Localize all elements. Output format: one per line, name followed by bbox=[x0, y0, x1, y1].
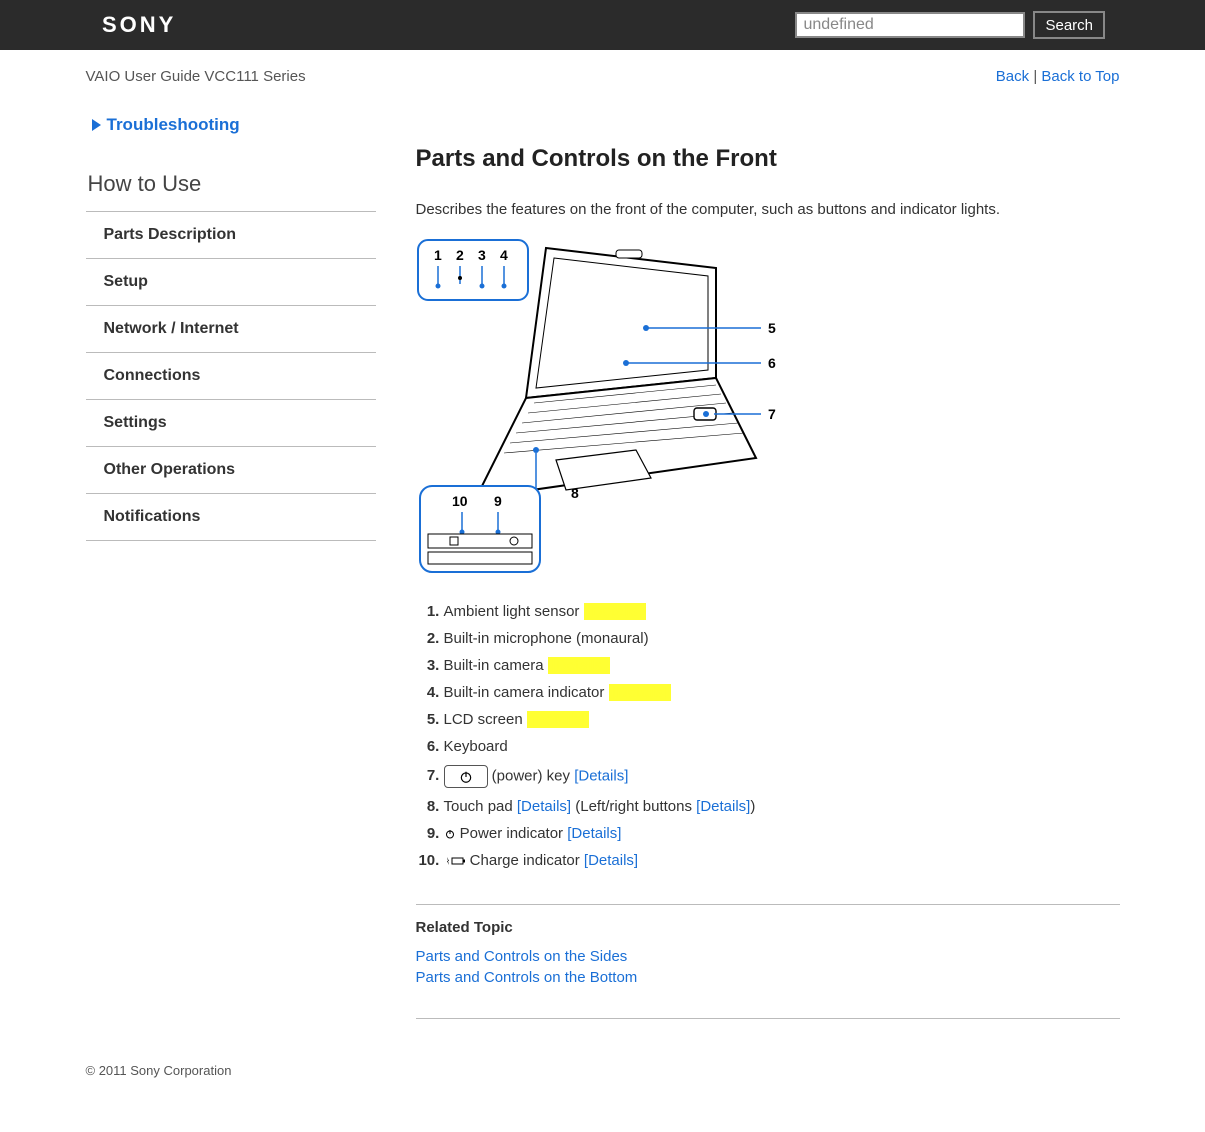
part-9-details-link[interactable]: [Details] bbox=[567, 825, 621, 842]
nav-setup[interactable]: Setup bbox=[86, 259, 376, 306]
part-5: LCD screen [Details] bbox=[444, 706, 1120, 733]
related-links: Parts and Controls on the Sides Parts an… bbox=[416, 946, 1120, 988]
sidebar: Troubleshooting How to Use Parts Descrip… bbox=[86, 115, 376, 1033]
highlight-4: [Details] bbox=[609, 684, 671, 701]
highlight-1: [Details] bbox=[584, 603, 646, 620]
separator: | bbox=[1029, 68, 1041, 85]
part-7-details-link[interactable]: [Details] bbox=[574, 767, 628, 784]
nav-other-operations[interactable]: Other Operations bbox=[86, 447, 376, 494]
intro-text: Describes the features on the front of t… bbox=[416, 201, 1120, 218]
top-links: Back | Back to Top bbox=[996, 68, 1120, 85]
part-8-details-link-a[interactable]: [Details] bbox=[517, 798, 571, 815]
nav-notifications[interactable]: Notifications bbox=[86, 494, 376, 541]
guide-title: VAIO User Guide VCC111 Series bbox=[86, 68, 306, 85]
power-indicator-icon bbox=[444, 828, 456, 840]
sony-logo: SONY bbox=[102, 12, 176, 37]
laptop-diagram-svg: 1 2 3 4 bbox=[416, 238, 786, 578]
troubleshooting-link[interactable]: Troubleshooting bbox=[86, 115, 376, 135]
part-10-details-link[interactable]: [Details] bbox=[584, 852, 638, 869]
search-wrap: Search bbox=[795, 11, 1105, 39]
howto-heading: How to Use bbox=[86, 165, 376, 212]
nav-settings[interactable]: Settings bbox=[86, 400, 376, 447]
part-8-details-link-b[interactable]: [Details] bbox=[696, 798, 750, 815]
nav-parts-description[interactable]: Parts Description bbox=[86, 212, 376, 259]
part-6: Keyboard bbox=[444, 733, 1120, 760]
part-8: Touch pad [Details] (Left/right buttons … bbox=[444, 793, 1120, 820]
logo-wrap: SONY bbox=[80, 2, 198, 48]
related-link-sides[interactable]: Parts and Controls on the Sides bbox=[416, 946, 1120, 967]
part-10: Charge indicator [Details] bbox=[444, 847, 1120, 874]
callout-2: 2 bbox=[456, 247, 464, 263]
arrow-right-icon bbox=[92, 119, 101, 131]
back-to-top-link[interactable]: Back to Top bbox=[1041, 68, 1119, 85]
callout-3: 3 bbox=[478, 247, 486, 263]
callout-9: 9 bbox=[494, 493, 502, 509]
laptop-diagram: 1 2 3 4 bbox=[416, 238, 786, 578]
charge-indicator-icon bbox=[444, 855, 466, 867]
callout-7: 7 bbox=[768, 406, 776, 422]
search-button[interactable]: Search bbox=[1033, 11, 1105, 39]
nav-connections[interactable]: Connections bbox=[86, 353, 376, 400]
part-4: Built-in camera indicator [Details] bbox=[444, 679, 1120, 706]
part-7: (power) key [Details] bbox=[444, 760, 1120, 793]
callout-5: 5 bbox=[768, 320, 776, 336]
related-topic-heading: Related Topic bbox=[416, 919, 1120, 936]
page-title: Parts and Controls on the Front bbox=[416, 145, 1120, 173]
separator-line bbox=[416, 904, 1120, 905]
breadcrumb-row: VAIO User Guide VCC111 Series Back | Bac… bbox=[86, 50, 1120, 115]
callout-8: 8 bbox=[571, 485, 579, 501]
power-key-icon bbox=[444, 765, 488, 788]
search-input[interactable] bbox=[795, 12, 1025, 38]
callout-1: 1 bbox=[434, 247, 442, 263]
footer-copyright: © 2011 Sony Corporation bbox=[86, 1063, 1120, 1078]
part-2: Built-in microphone (monaural) bbox=[444, 625, 1120, 652]
content: Parts and Controls on the Front Describe… bbox=[416, 115, 1120, 1033]
top-bar: SONY Search bbox=[0, 0, 1205, 50]
part-1: Ambient light sensor [Details] bbox=[444, 598, 1120, 625]
parts-list: Ambient light sensor [Details] Built-in … bbox=[444, 598, 1120, 874]
separator-line-2 bbox=[416, 1018, 1120, 1019]
related-link-bottom[interactable]: Parts and Controls on the Bottom bbox=[416, 967, 1120, 988]
highlight-5: [Details] bbox=[527, 711, 589, 728]
back-link[interactable]: Back bbox=[996, 68, 1029, 85]
highlight-3: [Details] bbox=[548, 657, 610, 674]
callout-4: 4 bbox=[500, 247, 508, 263]
troubleshooting-label: Troubleshooting bbox=[107, 115, 240, 135]
callout-10: 10 bbox=[452, 493, 468, 509]
callout-6: 6 bbox=[768, 355, 776, 371]
nav-network-internet[interactable]: Network / Internet bbox=[86, 306, 376, 353]
part-9: Power indicator [Details] bbox=[444, 820, 1120, 847]
part-3: Built-in camera [Details] bbox=[444, 652, 1120, 679]
